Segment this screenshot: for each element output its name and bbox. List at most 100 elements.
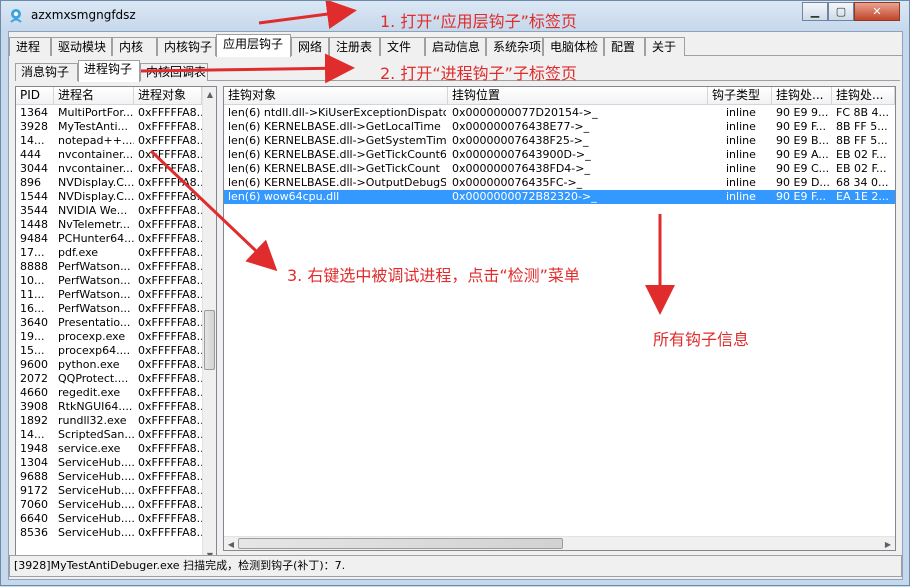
- scroll-thumb[interactable]: [204, 310, 215, 370]
- hook-row[interactable]: len(6) KERNELBASE.dll->GetTickCount64 0x0…: [224, 148, 895, 162]
- tab-7[interactable]: 文件: [380, 37, 425, 56]
- process-row[interactable]: 896 NVDisplay.C... 0xFFFFFA8...: [16, 176, 202, 190]
- subtab-0[interactable]: 消息钩子: [15, 63, 78, 81]
- process-list-scrollbar[interactable]: ▲ ▼: [202, 87, 216, 562]
- tab-11[interactable]: 配置: [604, 37, 645, 56]
- tab-3[interactable]: 内核钩子: [157, 37, 216, 56]
- process-row[interactable]: 1892 rundll32.exe 0xFFFFFA8...: [16, 414, 202, 428]
- tab-0[interactable]: 进程: [9, 37, 51, 56]
- hook-column-header[interactable]: 挂钩对象: [224, 87, 448, 105]
- tab-4[interactable]: 应用层钩子: [216, 34, 291, 57]
- process-row[interactable]: 1948 service.exe 0xFFFFFA8...: [16, 442, 202, 456]
- hook-row[interactable]: len(6) KERNELBASE.dll->GetSystemTime 0x00…: [224, 134, 895, 148]
- process-row[interactable]: 14... ScriptedSan... 0xFFFFFA8...: [16, 428, 202, 442]
- process-row[interactable]: 1364 MultiPortFor... 0xFFFFFA8...: [16, 106, 202, 120]
- process-cell: 896: [20, 176, 41, 189]
- hook-cell: len(6) KERNELBASE.dll->GetLocalTime: [228, 120, 441, 133]
- tab-2[interactable]: 内核: [112, 37, 157, 56]
- process-row[interactable]: 10... PerfWatson... 0xFFFFFA8...: [16, 274, 202, 288]
- scroll-up-icon[interactable]: ▲: [203, 87, 216, 101]
- tab-12[interactable]: 关于: [645, 37, 685, 56]
- hook-row[interactable]: len(6) KERNELBASE.dll->GetTickCount 0x000…: [224, 162, 895, 176]
- hook-cell: 0x0000000072B82320->_: [452, 190, 597, 203]
- process-row[interactable]: 1448 NvTelemetr... 0xFFFFFA8...: [16, 218, 202, 232]
- hook-column-header[interactable]: 挂钩处...: [832, 87, 895, 105]
- hook-cell: 90 E9 B...: [776, 134, 829, 147]
- process-row[interactable]: 1544 NVDisplay.C... 0xFFFFFA8...: [16, 190, 202, 204]
- tab-5[interactable]: 网络: [291, 37, 329, 56]
- process-row[interactable]: 15... procexp64.... 0xFFFFFA8...: [16, 344, 202, 358]
- tab-8[interactable]: 启动信息: [425, 37, 486, 56]
- process-row[interactable]: 14... notepad++.... 0xFFFFFA8...: [16, 134, 202, 148]
- hook-cell: len(6) wow64cpu.dll: [228, 190, 340, 203]
- process-cell: 19...: [20, 330, 45, 343]
- process-row[interactable]: 2072 QQProtect.... 0xFFFFFA8...: [16, 372, 202, 386]
- hook-row[interactable]: len(6) ntdll.dll->KiUserExceptionDispatc…: [224, 106, 895, 120]
- process-cell: 0xFFFFFA8...: [138, 316, 202, 329]
- process-row[interactable]: 1304 ServiceHub.... 0xFFFFFA8...: [16, 456, 202, 470]
- process-row[interactable]: 9172 ServiceHub.... 0xFFFFFA8...: [16, 484, 202, 498]
- scroll-left-icon[interactable]: ◀: [224, 537, 238, 550]
- process-column-header[interactable]: PID: [16, 87, 54, 105]
- process-column-header[interactable]: 进程对象: [134, 87, 202, 105]
- hook-cell: len(6) KERNELBASE.dll->GetSystemTime: [228, 134, 446, 147]
- tab-9[interactable]: 系统杂项: [486, 37, 543, 56]
- process-row[interactable]: 17... pdf.exe 0xFFFFFA8...: [16, 246, 202, 260]
- hook-cell: 90 E9 C...: [776, 162, 830, 175]
- hook-row[interactable]: len(6) wow64cpu.dll 0x0000000072B82320->_…: [224, 190, 895, 204]
- process-row[interactable]: 3044 nvcontainer... 0xFFFFFA8...: [16, 162, 202, 176]
- process-row[interactable]: 3908 RtkNGUI64.... 0xFFFFFA8...: [16, 400, 202, 414]
- process-cell: 0xFFFFFA8...: [138, 246, 202, 259]
- process-row[interactable]: 8888 PerfWatson... 0xFFFFFA8...: [16, 260, 202, 274]
- process-cell: 444: [20, 148, 41, 161]
- hscroll-thumb[interactable]: [238, 538, 563, 549]
- subtab-1[interactable]: 进程钩子: [78, 60, 140, 82]
- process-row[interactable]: 3640 Presentatio... 0xFFFFFA8...: [16, 316, 202, 330]
- status-bar: [3928]MyTestAntiDebuger.exe 扫描完成，检测到钩子(补…: [9, 555, 902, 577]
- process-row[interactable]: 6640 ServiceHub.... 0xFFFFFA8...: [16, 512, 202, 526]
- process-cell: 11...: [20, 288, 45, 301]
- process-row[interactable]: 9600 python.exe 0xFFFFFA8...: [16, 358, 202, 372]
- close-button[interactable]: ✕: [854, 2, 900, 21]
- process-row[interactable]: 3544 NVIDIA We... 0xFFFFFA8...: [16, 204, 202, 218]
- process-row[interactable]: 19... procexp.exe 0xFFFFFA8...: [16, 330, 202, 344]
- tab-6[interactable]: 注册表: [329, 37, 380, 56]
- process-row[interactable]: 444 nvcontainer... 0xFFFFFA8...: [16, 148, 202, 162]
- process-row[interactable]: 11... PerfWatson... 0xFFFFFA8...: [16, 288, 202, 302]
- process-cell: ServiceHub....: [58, 512, 134, 525]
- process-row[interactable]: 9484 PCHunter64.... 0xFFFFFA8...: [16, 232, 202, 246]
- subtab-2[interactable]: 内核回调表: [140, 63, 208, 81]
- process-cell: 0xFFFFFA8...: [138, 512, 202, 525]
- process-cell: 10...: [20, 274, 45, 287]
- process-column-header[interactable]: 进程名: [54, 87, 134, 105]
- process-cell: ScriptedSan...: [58, 428, 134, 441]
- hook-list[interactable]: 挂钩对象 挂钩位置 钩子类型 挂钩处... 挂钩处... len(6) ntdll.dl…: [223, 86, 896, 551]
- process-row[interactable]: 4660 regedit.exe 0xFFFFFA8...: [16, 386, 202, 400]
- hook-cell: EB 02 F...: [836, 162, 887, 175]
- process-list[interactable]: PID 进程名 进程对象 1364 MultiPortFor... 0xFFFFFA8.…: [15, 86, 217, 563]
- process-cell: 8536: [20, 526, 48, 539]
- process-cell: 9172: [20, 484, 48, 497]
- process-cell: 0xFFFFFA8...: [138, 106, 202, 119]
- process-row[interactable]: 3928 MyTestAnti... 0xFFFFFA8...: [16, 120, 202, 134]
- minimize-button[interactable]: ▁: [802, 2, 828, 21]
- hook-list-hscrollbar[interactable]: ◀ ▶: [224, 536, 895, 550]
- process-row[interactable]: 7060 ServiceHub.... 0xFFFFFA8...: [16, 498, 202, 512]
- process-row[interactable]: 8536 ServiceHub.... 0xFFFFFA8...: [16, 526, 202, 540]
- process-row[interactable]: 16... PerfWatson... 0xFFFFFA8...: [16, 302, 202, 316]
- hook-row[interactable]: len(6) KERNELBASE.dll->OutputDebugStrin.…: [224, 176, 895, 190]
- tab-1[interactable]: 驱动模块: [51, 37, 112, 56]
- hook-row[interactable]: len(6) KERNELBASE.dll->GetLocalTime 0x000…: [224, 120, 895, 134]
- hook-column-header[interactable]: 钩子类型: [708, 87, 772, 105]
- app-icon: [10, 9, 22, 23]
- hook-column-header[interactable]: 挂钩处...: [772, 87, 832, 105]
- process-cell: PerfWatson...: [58, 260, 131, 273]
- maximize-button[interactable]: ▢: [828, 2, 854, 21]
- process-cell: 0xFFFFFA8...: [138, 442, 202, 455]
- hook-column-header[interactable]: 挂钩位置: [448, 87, 708, 105]
- scroll-right-icon[interactable]: ▶: [881, 537, 895, 550]
- close-icon: ✕: [872, 5, 882, 18]
- hook-cell: len(6) KERNELBASE.dll->OutputDebugStrin.…: [228, 176, 446, 189]
- tab-10[interactable]: 电脑体检: [543, 37, 604, 56]
- process-row[interactable]: 9688 ServiceHub.... 0xFFFFFA8...: [16, 470, 202, 484]
